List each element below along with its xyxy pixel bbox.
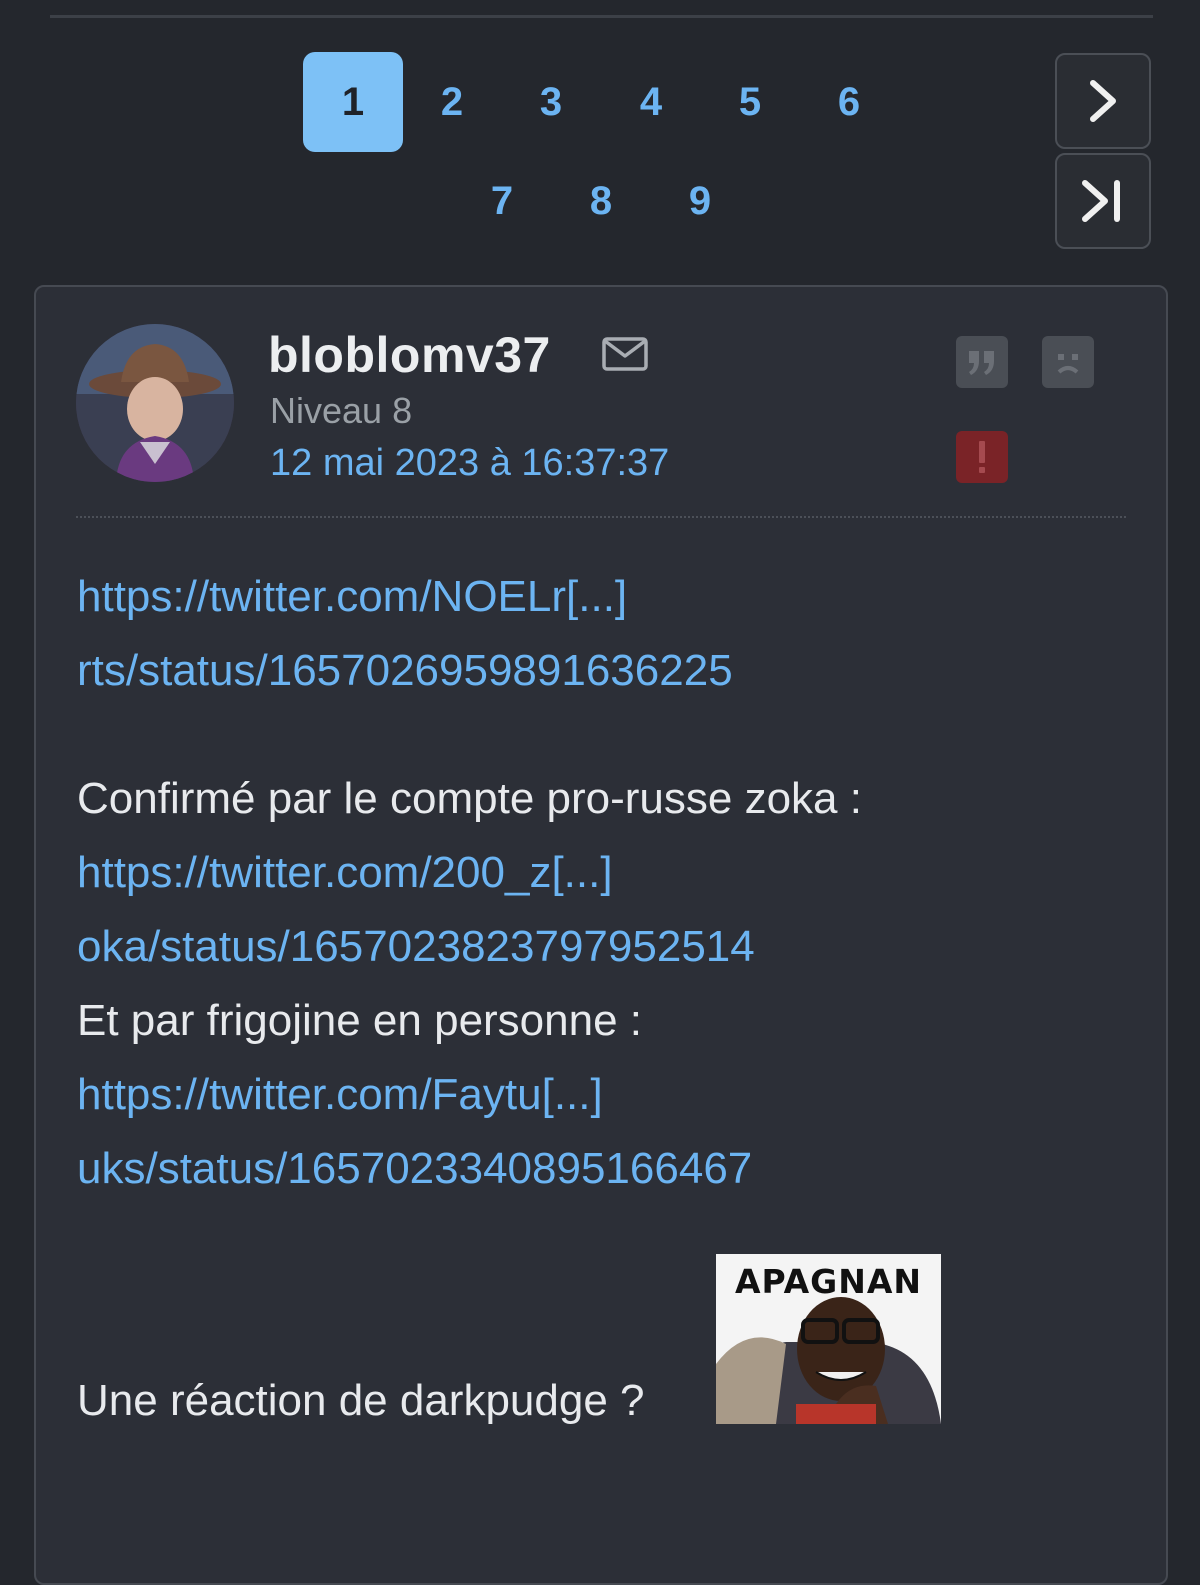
quote-icon	[969, 351, 994, 375]
avatar-image	[76, 324, 234, 482]
tweet-link-3-line-1[interactable]: https://twitter.com/Faytu[...]	[77, 1058, 1137, 1132]
sad-face-icon	[1057, 354, 1079, 374]
post-date[interactable]: 12 mai 2023 à 16:37:37	[270, 442, 669, 485]
user-avatar[interactable]	[76, 324, 234, 482]
exclamation-icon	[979, 441, 985, 473]
page-7-button[interactable]: 7	[452, 151, 552, 251]
username[interactable]: bloblomv37	[268, 326, 551, 384]
page-2-button[interactable]: 2	[402, 52, 502, 152]
chevron-right-icon	[1090, 80, 1116, 122]
top-divider	[50, 15, 1153, 18]
post-content: https://twitter.com/NOELr[...] rts/statu…	[77, 560, 1137, 1206]
post-text-2: Et par frigojine en personne :	[77, 996, 643, 1045]
page-5-button[interactable]: 5	[700, 52, 800, 152]
apagnan-sticker[interactable]: APAGNAN	[716, 1254, 941, 1424]
last-page-button[interactable]	[1055, 153, 1151, 249]
tweet-link-3-line-2[interactable]: uks/status/1657023340895166467	[77, 1132, 1137, 1206]
sticker-caption: APAGNAN	[734, 1262, 923, 1301]
quote-button[interactable]	[956, 336, 1008, 388]
post-header-divider	[76, 516, 1126, 518]
page-6-button[interactable]: 6	[799, 52, 899, 152]
report-button[interactable]	[956, 431, 1008, 483]
tweet-link-2-line-1[interactable]: https://twitter.com/200_z[...]	[77, 836, 1137, 910]
envelope-icon[interactable]	[602, 337, 648, 371]
page-8-button[interactable]: 8	[551, 151, 651, 251]
next-page-button[interactable]	[1055, 53, 1151, 149]
user-level: Niveau 8	[270, 390, 413, 431]
tweet-link-2-line-2[interactable]: oka/status/1657023823797952514	[77, 910, 1137, 984]
page-1-button[interactable]: 1	[303, 52, 403, 152]
post-text-3: Une réaction de darkpudge ?	[77, 1376, 645, 1425]
post-text-1: Confirmé par le compte pro-russe zoka :	[77, 774, 862, 823]
tweet-link-1-line-1[interactable]: https://twitter.com/NOELr[...]	[77, 560, 1137, 634]
blacklist-button[interactable]	[1042, 336, 1094, 388]
tweet-link-1-line-2[interactable]: rts/status/1657026959891636225	[77, 634, 1137, 708]
page-3-button[interactable]: 3	[501, 52, 601, 152]
skip-to-last-icon	[1082, 180, 1120, 222]
page-4-button[interactable]: 4	[601, 52, 701, 152]
page-9-button[interactable]: 9	[650, 151, 750, 251]
